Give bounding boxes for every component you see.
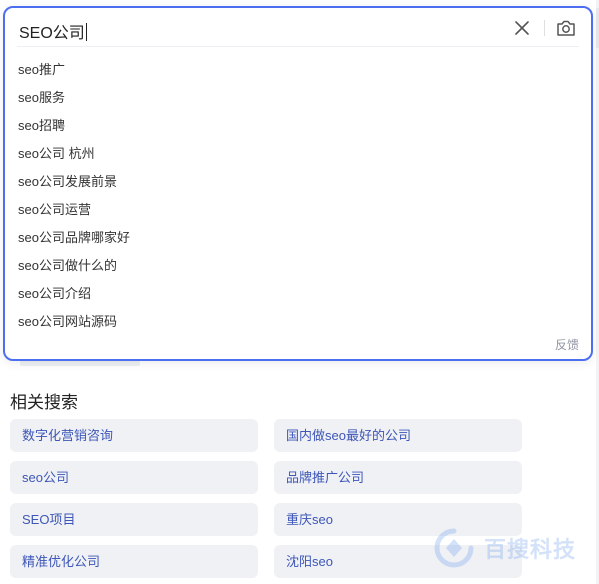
suggestion-item[interactable]: seo推广 (5, 56, 591, 84)
suggestion-item[interactable]: seo公司发展前景 (5, 168, 591, 196)
related-search-chip[interactable]: 国内做seo最好的公司 (274, 419, 522, 452)
related-search-chip[interactable]: SEO项目 (10, 503, 258, 536)
related-search-chip[interactable]: 精准优化公司 (10, 545, 258, 578)
related-searches-title: 相关搜索 (10, 393, 78, 412)
suggestion-item[interactable]: seo公司品牌哪家好 (5, 224, 591, 252)
suggestion-list: seo推广 seo服务 seo招聘 seo公司 杭州 seo公司发展前景 seo… (5, 56, 591, 336)
related-search-chip[interactable]: seo公司 (10, 461, 258, 494)
search-suggestion-dropdown: SEO公司 seo推广 seo服务 seo招聘 seo公司 杭州 seo公司发展… (3, 6, 593, 361)
camera-icon[interactable] (555, 17, 577, 39)
related-search-chip[interactable]: 品牌推广公司 (274, 461, 522, 494)
suggestion-item[interactable]: seo公司 杭州 (5, 140, 591, 168)
toolbar-divider (544, 20, 545, 36)
suggestion-item[interactable]: seo公司运营 (5, 196, 591, 224)
suggestion-item[interactable]: seo公司介绍 (5, 280, 591, 308)
text-caret (85, 23, 87, 41)
watermark-logo: 百搜科技 (432, 528, 592, 568)
watermark-icon (434, 528, 474, 568)
related-search-chip[interactable]: 数字化营销咨询 (10, 419, 258, 452)
suggestion-item[interactable]: seo公司网站源码 (5, 308, 591, 336)
search-input[interactable]: SEO公司 (19, 19, 87, 43)
watermark-text: 百搜科技 (484, 537, 577, 562)
search-input-value: SEO公司 (19, 25, 85, 42)
search-query-row: SEO公司 (5, 8, 591, 50)
query-underline (17, 46, 579, 47)
suggestion-item[interactable]: seo招聘 (5, 112, 591, 140)
feedback-link[interactable]: 反馈 (555, 336, 579, 353)
close-icon[interactable] (512, 18, 532, 38)
suggestion-item[interactable]: seo公司做什么的 (5, 252, 591, 280)
suggestion-item[interactable]: seo服务 (5, 84, 591, 112)
